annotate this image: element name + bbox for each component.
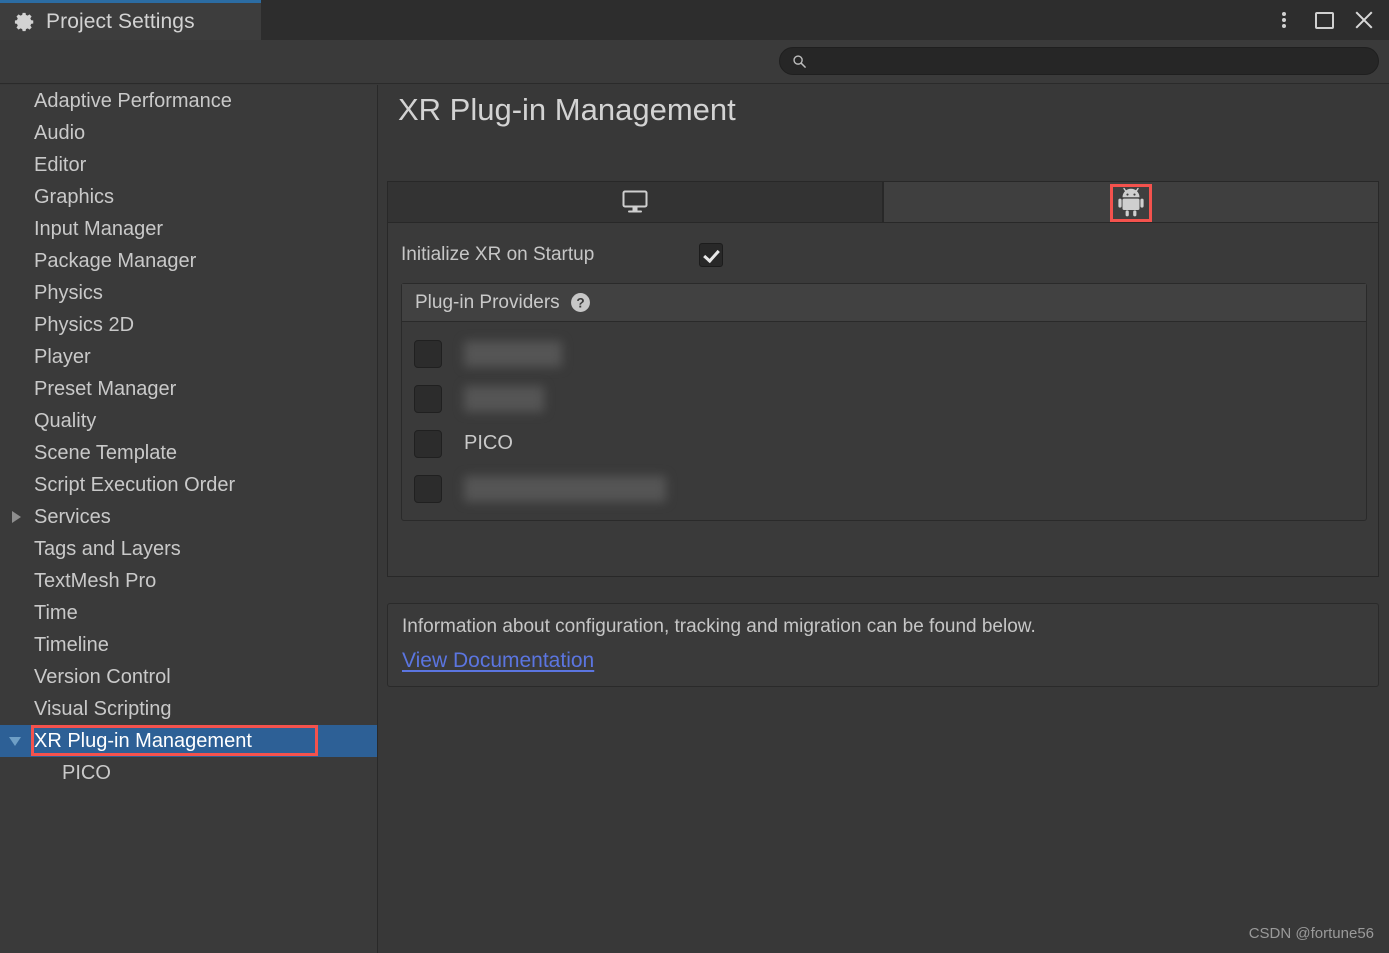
help-question-icon[interactable]: ? [570,292,591,313]
sidebar-item-label: Preset Manager [34,377,177,400]
sidebar-item-label: Visual Scripting [34,697,172,720]
provider-label: PICO [464,432,513,454]
gear-icon [14,12,34,31]
maximize-icon[interactable] [1307,3,1341,37]
kebab-menu-icon[interactable] [1267,3,1301,37]
sidebar-item-player[interactable]: Player [0,341,377,373]
sidebar-item-label: Physics [34,281,103,304]
chevron-right-icon[interactable] [12,511,21,523]
platform-tab-bar [387,181,1379,223]
sidebar-item-label: Timeline [34,633,109,656]
close-icon[interactable] [1347,3,1381,37]
provider-checkbox[interactable] [414,474,442,503]
sidebar-item-label: Quality [34,409,97,432]
sidebar-item-preset-manager[interactable]: Preset Manager [0,373,377,405]
sidebar-item-label: Audio [34,121,86,144]
provider-checkbox[interactable] [414,339,442,368]
kebab-dot [1282,12,1286,16]
initialize-xr-checkbox[interactable] [699,243,723,267]
project-settings-tab-label: Project Settings [46,9,195,33]
sidebar-item-visual-scripting[interactable]: Visual Scripting [0,693,377,725]
sidebar-item-label: Scene Template [34,441,178,464]
sidebar-item-pico[interactable]: PICO [0,757,377,789]
sidebar-item-label: Player [34,345,91,368]
sidebar-item-label: Time [34,601,78,624]
plugin-providers-header: Plug-in Providers ? [402,284,1366,322]
provider-row[interactable] [402,331,1366,376]
sidebar-item-adaptive-performance[interactable]: Adaptive Performance [0,85,377,117]
provider-row[interactable]: PICO [402,421,1366,466]
android-tab-highlight-annotation [1110,184,1152,222]
sidebar-item-textmesh-pro[interactable]: TextMesh Pro [0,565,377,597]
sidebar-item-label: Version Control [34,665,171,688]
window-title-bar: Project Settings [0,0,1389,40]
sidebar-item-label: Editor [34,153,87,176]
plugin-providers-title: Plug-in Providers [415,291,560,313]
view-documentation-link[interactable]: View Documentation [402,649,594,673]
sidebar-item-timeline[interactable]: Timeline [0,629,377,661]
maximize-square [1314,11,1334,29]
sidebar-item-label: Script Execution Order [34,473,236,496]
window-controls [1267,0,1381,40]
search-box[interactable] [779,47,1379,75]
sidebar-item-scene-template[interactable]: Scene Template [0,437,377,469]
settings-nav-list: Adaptive Performance Audio Editor Graphics I… [0,85,377,789]
close-x-glyph [1353,9,1375,31]
xr-settings-panel: Initialize XR on Startup Plug-in Provide… [387,222,1379,577]
search-icon [793,54,806,68]
sidebar-item-label: Services [34,505,111,528]
sidebar-item-graphics[interactable]: Graphics [0,181,377,213]
sidebar-item-physics-2d[interactable]: Physics 2D [0,309,377,341]
sidebar-item-services[interactable]: Services [0,501,377,533]
settings-sidebar[interactable]: Adaptive Performance Audio Editor Graphics I… [0,85,378,953]
documentation-info-box: Information about configuration, trackin… [387,603,1379,687]
tab-desktop[interactable] [387,181,883,223]
desktop-monitor-icon [622,190,648,213]
sidebar-item-label: PICO [62,761,111,784]
svg-text:?: ? [576,295,584,310]
tab-android[interactable] [883,181,1379,223]
settings-content-panel: XR Plug-in Management Initialize XR on S… [379,85,1389,953]
kebab-dot [1282,18,1286,22]
sidebar-item-label: Package Manager [34,249,197,272]
chevron-down-icon[interactable] [9,736,21,746]
sidebar-item-package-manager[interactable]: Package Manager [0,245,377,277]
sidebar-item-physics[interactable]: Physics [0,277,377,309]
sidebar-item-audio[interactable]: Audio [0,117,377,149]
provider-label-redacted [464,340,562,367]
sidebar-item-label: Graphics [34,185,115,208]
sidebar-item-label: Input Manager [34,217,163,240]
sidebar-item-editor[interactable]: Editor [0,149,377,181]
plugin-providers-list: PICO [402,322,1366,511]
initialize-xr-row: Initialize XR on Startup [401,243,723,267]
sidebar-item-tags-and-layers[interactable]: Tags and Layers [0,533,377,565]
watermark: CSDN @fortune56 [1248,925,1374,942]
kebab-dot [1282,24,1286,28]
provider-label-redacted [464,475,666,502]
plugin-providers-box: Plug-in Providers ? PICO [401,283,1367,521]
sidebar-item-input-manager[interactable]: Input Manager [0,213,377,245]
project-settings-tab[interactable]: Project Settings [0,0,261,40]
sidebar-item-quality[interactable]: Quality [0,405,377,437]
sidebar-item-label: XR Plug-in Management [34,729,252,752]
sidebar-item-label: Tags and Layers [34,537,181,560]
provider-row[interactable] [402,466,1366,511]
sidebar-item-label: TextMesh Pro [34,569,157,592]
provider-label-redacted [464,385,544,412]
search-input[interactable] [807,49,1378,73]
sidebar-item-script-execution-order[interactable]: Script Execution Order [0,469,377,501]
provider-checkbox[interactable] [414,429,442,458]
provider-row[interactable] [402,376,1366,421]
sidebar-item-time[interactable]: Time [0,597,377,629]
documentation-info-text: Information about configuration, trackin… [402,616,1036,637]
sidebar-item-version-control[interactable]: Version Control [0,661,377,693]
page-title: XR Plug-in Management [398,92,736,127]
sidebar-item-xr-plug-in-management[interactable]: XR Plug-in Management [0,725,377,757]
sidebar-item-label: Physics 2D [34,313,135,336]
provider-checkbox[interactable] [414,384,442,413]
initialize-xr-label: Initialize XR on Startup [401,244,595,265]
sidebar-item-label: Adaptive Performance [34,89,232,112]
